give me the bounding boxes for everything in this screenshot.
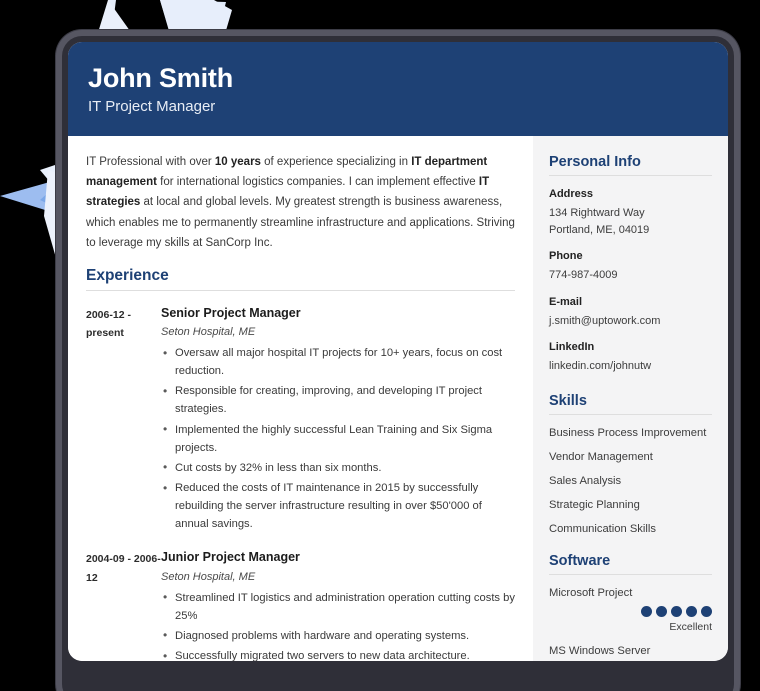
professional-summary: IT Professional with over 10 years of ex… [86, 152, 515, 253]
personal-info-value-address: 134 Rightward Way Portland, ME, 04019 [549, 207, 650, 236]
experience-dates: 2006-12 - present [86, 308, 131, 340]
software-item: Microsoft Project Excellent [549, 587, 712, 633]
software-name: Microsoft Project [549, 586, 633, 599]
resume-main-column: IT Professional with over 10 years of ex… [68, 136, 533, 661]
experience-bullet: Reduced the costs of IT maintenance in 2… [161, 479, 515, 533]
rating-dot-filled [641, 605, 652, 617]
skills-heading: Skills [549, 393, 712, 415]
experience-bullet: Oversaw all major hospital IT projects f… [161, 344, 515, 380]
skill-item: Business Process Improvement [549, 426, 707, 439]
rating-dot-filled [701, 605, 712, 617]
personal-info-label-linkedin: LinkedIn [549, 341, 595, 354]
personal-info-value-linkedin: linkedin.com/johnutw [549, 360, 652, 373]
experience-heading: Experience [86, 267, 515, 291]
candidate-job-title: IT Project Manager [88, 98, 216, 116]
rating-dot-filled [686, 605, 697, 617]
skills-list: Business Process Improvement Vendor Mana… [549, 427, 712, 535]
summary-text-2: of experience specializing in [260, 156, 412, 169]
rating-dot-filled [671, 605, 682, 617]
experience-detail: Senior Project Manager Seton Hospital, M… [161, 305, 515, 536]
experience-entry: 2006-12 - present Senior Project Manager… [86, 305, 515, 536]
deco-shape-arrowhead-left [0, 178, 64, 214]
experience-bullet: Cut costs by 32% in less than six months… [161, 458, 515, 478]
skill-item: Vendor Management [549, 450, 653, 463]
skill-item: Strategic Planning [549, 498, 640, 511]
resume-sidebar-column: Personal Info Address 134 Rightward Way … [533, 136, 728, 661]
experience-bullet: Streamlined IT logistics and administrat… [161, 588, 515, 625]
experience-dates: 2004-09 - 2006-12 [86, 553, 161, 584]
experience-role: Junior Project Manager [161, 550, 300, 565]
experience-bullet: Implemented the highly successful Lean T… [161, 420, 515, 457]
software-heading: Software [549, 553, 712, 575]
software-item: MS Windows Server Very Good [549, 645, 712, 661]
summary-text-3: for international logistics companies. I… [156, 176, 479, 189]
skill-item: Sales Analysis [549, 474, 622, 487]
resume-body: IT Professional with over 10 years of ex… [68, 136, 728, 661]
summary-text-1: IT Professional with over [86, 156, 215, 169]
rating-dot-filled [656, 605, 667, 617]
experience-list: 2006-12 - present Senior Project Manager… [86, 305, 515, 661]
experience-bullet: Responsible for creating, improving, and… [161, 382, 515, 418]
experience-bullets: Oversaw all major hospital IT projects f… [161, 344, 515, 533]
resume-page: John Smith IT Project Manager IT Profess… [68, 42, 728, 661]
skill-item: Communication Skills [549, 522, 656, 535]
personal-info-value-email: j.smith@uptowork.com [549, 314, 661, 327]
experience-organization: Seton Hospital, ME [161, 326, 256, 339]
experience-detail: Junior Project Manager Seton Hospital, M… [161, 549, 515, 661]
personal-info-list: Address 134 Rightward Way Portland, ME, … [549, 188, 712, 375]
summary-text-4: at local and global levels. My greatest … [86, 196, 515, 249]
software-list: Microsoft Project Excellent MS Windows S… [549, 587, 712, 661]
experience-bullet: Diagnosed problems with hardware and ope… [161, 626, 515, 646]
software-level-label: Excellent [669, 620, 712, 633]
experience-organization: Seton Hospital, ME [161, 570, 256, 583]
software-name: MS Windows Server [549, 644, 651, 657]
personal-info-value-phone: 774-987-4009 [549, 269, 618, 282]
personal-info-label-email: E-mail [549, 295, 583, 308]
personal-info-label-address: Address [549, 188, 594, 201]
resume-preview-stage: John Smith IT Project Manager IT Profess… [0, 0, 760, 691]
personal-info-heading: Personal Info [549, 154, 712, 177]
experience-role: Senior Project Manager [161, 305, 301, 320]
summary-bold-1: 10 years [214, 156, 261, 169]
resume-header: John Smith IT Project Manager [68, 42, 728, 137]
personal-info-label-phone: Phone [549, 250, 583, 263]
experience-bullets: Streamlined IT logistics and administrat… [161, 588, 515, 661]
software-rating-dots [549, 605, 712, 617]
experience-bullet: Successfully migrated two servers to new… [161, 647, 515, 661]
experience-entry: 2004-09 - 2006-12 Junior Project Manager… [86, 549, 515, 661]
candidate-name: John Smith [88, 63, 233, 93]
